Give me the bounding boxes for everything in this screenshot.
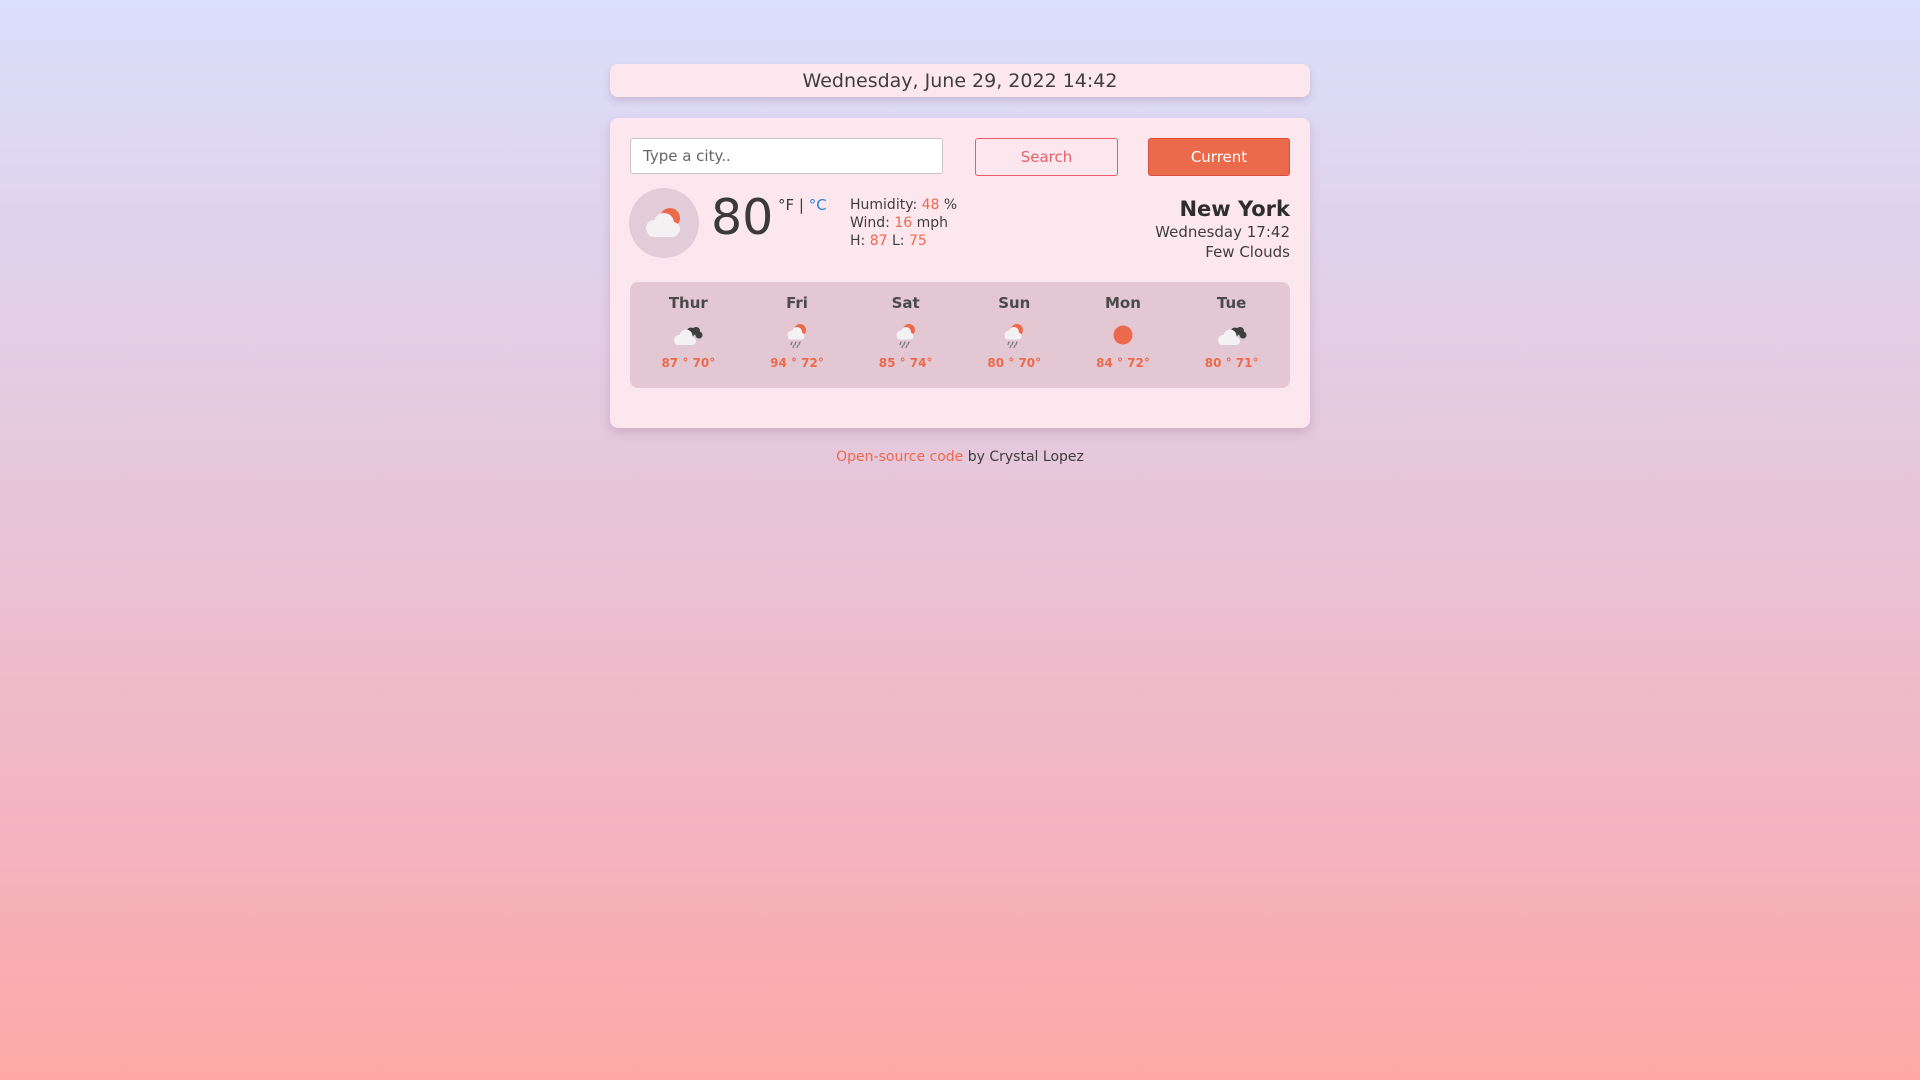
open-source-link[interactable]: Open-source code	[836, 449, 963, 465]
forecast-temps: 80 ° 71°	[1204, 356, 1259, 370]
wind-unit: mph	[916, 215, 949, 231]
rain-day-icon	[1004, 324, 1024, 348]
local-date-time: Wednesday 17:42	[1155, 223, 1290, 241]
clear-sky-icon	[1113, 325, 1133, 345]
footer-author: by Crystal Lopez	[963, 449, 1084, 465]
current-date-time: Wednesday, June 29, 2022 14:42	[802, 69, 1118, 92]
high-label: H:	[850, 233, 866, 249]
current-temperature: 80	[711, 189, 774, 246]
forecast-day: Mon 84 ° 72°	[1073, 282, 1173, 370]
forecast-temps: 84 ° 72°	[1096, 356, 1150, 370]
weather-card: Search Current 80 °F | °C Humidity: 48 %…	[610, 118, 1310, 428]
rain-day-icon	[787, 324, 806, 348]
forecast-day-name: Sun	[998, 294, 1031, 312]
rain-day-icon	[896, 324, 915, 348]
forecast-panel: Thur 87 ° 70° Fri 94 ° 72° Sat 85 ° 74° …	[630, 282, 1290, 388]
wind-line: Wind: 16 mph	[850, 214, 957, 232]
footer: Open-source code by Crystal Lopez	[610, 449, 1310, 465]
high-low-line: H: 87 L: 75	[850, 232, 957, 250]
low-label: L:	[891, 233, 905, 249]
forecast-day-name: Mon	[1104, 294, 1141, 312]
forecast-day: Thur 87 ° 70°	[638, 282, 738, 370]
humidity-line: Humidity: 48 %	[850, 196, 957, 214]
few-clouds-day-icon	[646, 208, 680, 237]
forecast-day: Fri 94 ° 72°	[747, 282, 847, 370]
forecast-day: Sun 80 ° 70°	[964, 282, 1064, 370]
wind-value: 16	[894, 215, 913, 231]
weather-stats: Humidity: 48 % Wind: 16 mph H: 87 L: 75	[850, 196, 957, 250]
search-button[interactable]: Search	[975, 138, 1118, 176]
unit-toggle: °F | °C	[778, 196, 827, 214]
forecast-temps: 85 ° 74°	[878, 356, 933, 370]
forecast-day-name: Fri	[786, 294, 808, 312]
broken-clouds-icon	[1217, 327, 1247, 345]
forecast-day-name: Sat	[891, 294, 920, 312]
forecast-day: Sat 85 ° 74°	[856, 282, 956, 370]
weather-description: Few Clouds	[1205, 243, 1290, 261]
forecast-day-name: Thur	[668, 294, 708, 312]
date-time-bar: Wednesday, June 29, 2022 14:42	[610, 64, 1310, 97]
forecast-temps: 94 ° 72°	[770, 356, 824, 370]
location-info: New York Wednesday 17:42 Few Clouds	[1155, 196, 1290, 262]
high-value: 87	[869, 233, 888, 249]
celsius-link[interactable]: °C	[809, 196, 827, 214]
fahrenheit-link[interactable]: °F	[778, 196, 794, 214]
forecast-temps: 80 ° 70°	[987, 356, 1042, 370]
humidity-label: Humidity:	[850, 197, 918, 213]
forecast-day-name: Tue	[1216, 294, 1247, 312]
forecast-temps: 87 ° 70°	[661, 356, 716, 370]
broken-clouds-icon	[674, 327, 703, 345]
wind-label: Wind:	[850, 215, 890, 231]
current-weather-icon-container	[629, 188, 699, 258]
low-value: 75	[908, 233, 927, 249]
current-location-button[interactable]: Current	[1148, 138, 1290, 176]
humidity-unit: %	[943, 197, 958, 213]
forecast-day: Tue 80 ° 71°	[1182, 282, 1282, 370]
city-name: New York	[1179, 197, 1290, 221]
unit-separator: |	[798, 196, 804, 214]
city-search-input[interactable]	[630, 138, 943, 174]
humidity-value: 48	[921, 197, 940, 213]
